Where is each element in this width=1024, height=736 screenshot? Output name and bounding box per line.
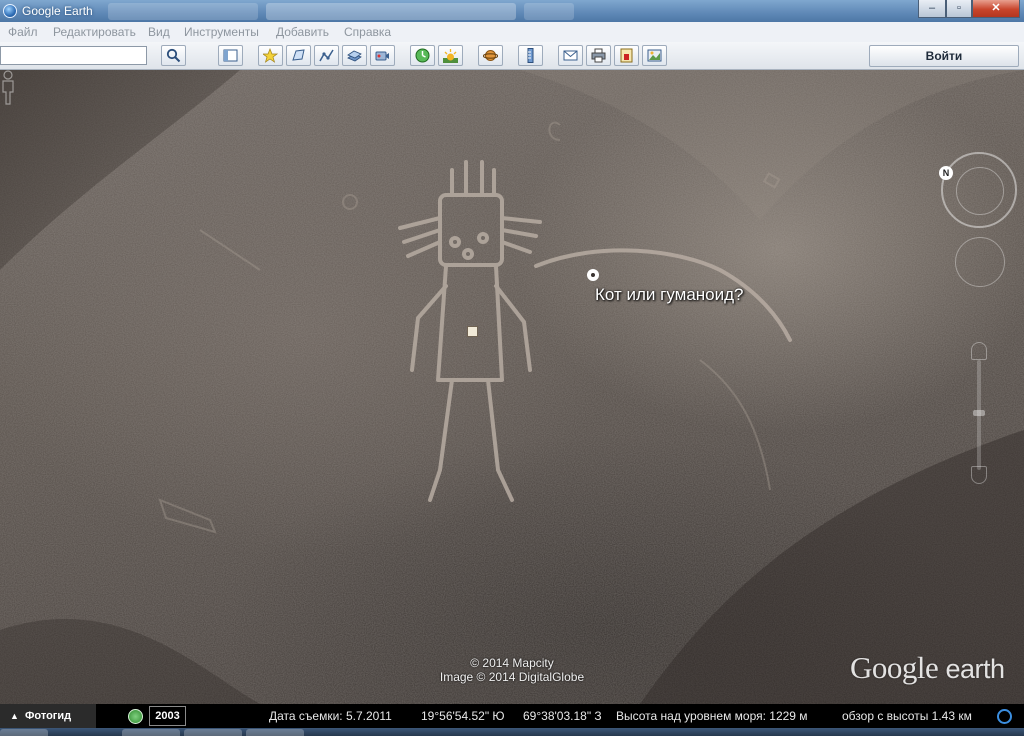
- look-joystick[interactable]: [941, 152, 1017, 228]
- close-button[interactable]: ✕: [972, 0, 1020, 18]
- menu-add[interactable]: Добавить: [276, 25, 329, 39]
- move-joystick[interactable]: [955, 237, 1005, 287]
- compass-north-button[interactable]: N: [939, 166, 953, 180]
- window-title: Google Earth: [22, 4, 93, 18]
- sidebar-toggle-button[interactable]: [218, 45, 243, 66]
- google-earth-logo: Google earth: [850, 650, 1005, 686]
- street-view-pegman-icon[interactable]: [0, 70, 16, 106]
- sunlight-button[interactable]: [438, 45, 463, 66]
- zoom-in-button[interactable]: [971, 342, 987, 360]
- taskbar-button[interactable]: [184, 729, 242, 736]
- print-icon: [591, 48, 606, 63]
- switch-planet-button[interactable]: [478, 45, 503, 66]
- latitude-readout: 19°56'54.52" Ю: [421, 709, 505, 723]
- eye-altitude-readout: обзор с высоты 1.43 км: [842, 709, 972, 723]
- maps-icon: [647, 49, 662, 62]
- streaming-status-icon: [997, 709, 1012, 724]
- add-placemark-button[interactable]: [258, 45, 283, 66]
- placemark-label[interactable]: Кот или гуманоид?: [595, 285, 744, 305]
- os-taskbar: [0, 728, 1024, 736]
- longitude-readout: 69°38'03.18" З: [523, 709, 602, 723]
- view-in-maps-button[interactable]: [642, 45, 667, 66]
- map-view[interactable]: Кот или гуманоид? © 2014 Mapcity Image ©…: [0, 70, 1024, 704]
- toolbar: Войти: [0, 42, 1024, 70]
- add-image-overlay-button[interactable]: [342, 45, 367, 66]
- menu-file[interactable]: Файл: [8, 25, 38, 39]
- background-window-tab: [108, 3, 258, 20]
- add-polygon-button[interactable]: [286, 45, 311, 66]
- save-image-button[interactable]: [614, 45, 639, 66]
- polygon-icon: [292, 49, 305, 61]
- elevation-readout: Высота над уровнем моря: 1229 м: [616, 709, 808, 723]
- minimize-button[interactable]: –: [918, 0, 946, 18]
- ruler-icon: [527, 48, 534, 63]
- menu-view[interactable]: Вид: [148, 25, 170, 39]
- menu-bar: Файл Редактировать Вид Инструменты Добав…: [0, 22, 1024, 42]
- planet-icon: [483, 50, 498, 61]
- ruler-button[interactable]: [518, 45, 543, 66]
- record-tour-icon: [375, 51, 389, 61]
- background-window-tab: [524, 3, 574, 20]
- menu-help[interactable]: Справка: [344, 25, 391, 39]
- copyright-line: © 2014 Mapcity: [470, 656, 554, 670]
- google-earth-app-icon: [3, 4, 17, 18]
- add-path-button[interactable]: [314, 45, 339, 66]
- path-icon: [319, 49, 334, 62]
- search-button[interactable]: [161, 45, 186, 66]
- search-input[interactable]: [0, 46, 147, 65]
- terrain-imagery: [0, 70, 1024, 704]
- menu-tools[interactable]: Инструменты: [184, 25, 259, 39]
- save-image-icon: [620, 48, 633, 63]
- menu-edit[interactable]: Редактировать: [53, 25, 136, 39]
- status-bar: ▲ Фотогид 2003 Дата съемки: 5.7.2011 19°…: [0, 704, 1024, 728]
- photo-marker-icon[interactable]: [467, 326, 478, 337]
- taskbar-button[interactable]: [0, 729, 48, 736]
- tour-guide-button[interactable]: ▲ Фотогид: [0, 704, 96, 728]
- logo-earth-text: earth: [945, 654, 1006, 684]
- zoom-out-button[interactable]: [971, 466, 987, 484]
- expand-caret-icon: ▲: [10, 711, 19, 721]
- search-icon: [166, 48, 181, 63]
- sign-in-button[interactable]: Войти: [869, 45, 1019, 67]
- taskbar-button[interactable]: [246, 729, 304, 736]
- historical-year-badge[interactable]: 2003: [149, 706, 186, 726]
- taskbar-button[interactable]: [122, 729, 180, 736]
- clock-icon: [415, 48, 430, 63]
- title-bar: Google Earth – ▫ ✕: [0, 0, 1024, 22]
- placemark-pin-icon[interactable]: [587, 269, 599, 281]
- maximize-button[interactable]: ▫: [946, 0, 972, 18]
- record-tour-button[interactable]: [370, 45, 395, 66]
- email-button[interactable]: [558, 45, 583, 66]
- historical-clock-icon[interactable]: [128, 709, 143, 724]
- image-overlay-icon: [347, 50, 362, 62]
- tour-guide-label: Фотогид: [25, 710, 72, 722]
- zoom-slider-handle[interactable]: [973, 410, 985, 416]
- sidebar-icon: [223, 49, 238, 62]
- look-joystick-center[interactable]: [956, 167, 1004, 215]
- historical-imagery-button[interactable]: [410, 45, 435, 66]
- email-icon: [563, 50, 578, 61]
- print-button[interactable]: [586, 45, 611, 66]
- background-window-tab: [266, 3, 516, 20]
- sun-icon: [443, 49, 458, 63]
- imagery-date: Дата съемки: 5.7.2011: [269, 709, 392, 723]
- placemark-icon: [263, 48, 278, 63]
- imagery-copyright: © 2014 Mapcity Image © 2014 DigitalGlobe: [400, 656, 624, 684]
- copyright-line: Image © 2014 DigitalGlobe: [439, 670, 585, 684]
- logo-google-text: Google: [850, 650, 939, 685]
